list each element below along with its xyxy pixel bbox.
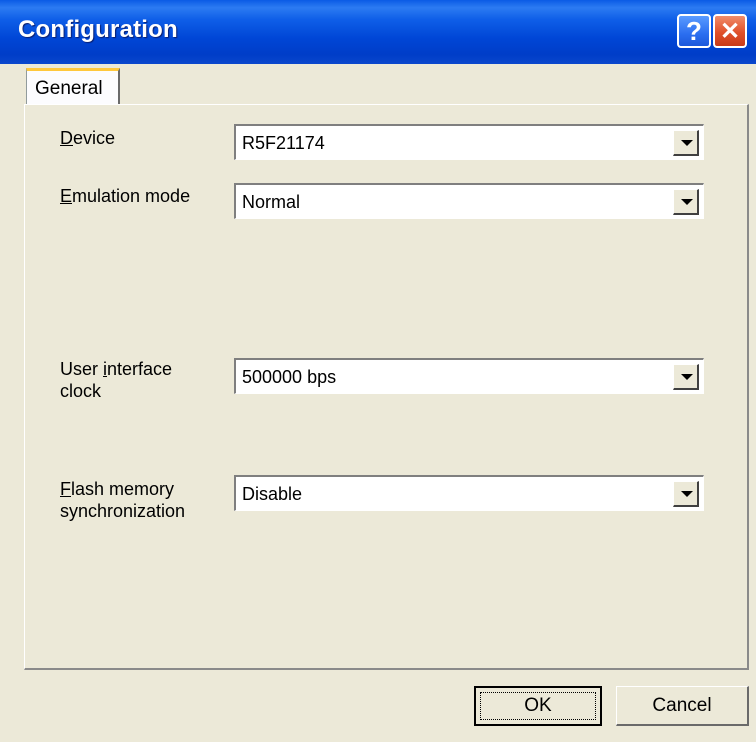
- title-bar[interactable]: Configuration ? ✕: [0, 0, 756, 64]
- device-select-value: R5F21174: [242, 133, 325, 153]
- device-label-text: evice: [73, 128, 116, 148]
- flash-memory-sync-label: Flash memory synchronization: [60, 478, 185, 522]
- uic-label-post: nterface: [107, 359, 173, 379]
- device-label-mnemonic: D: [60, 128, 73, 148]
- flash-memory-sync-dropdown-arrow-icon[interactable]: [673, 481, 699, 507]
- ok-button[interactable]: OK: [474, 686, 602, 726]
- tab-general[interactable]: General: [26, 68, 120, 108]
- emulation-mode-label-text: mulation mode: [72, 186, 191, 206]
- help-button[interactable]: ?: [677, 14, 711, 48]
- ok-focus-rect: [480, 692, 596, 720]
- fms-label-mnemonic: F: [60, 479, 71, 499]
- close-icon: ✕: [719, 17, 741, 45]
- flash-memory-sync-label-line1: Flash memory: [60, 478, 185, 500]
- flash-memory-sync-label-line2: synchronization: [60, 501, 186, 521]
- user-interface-clock-select[interactable]: 500000 bps: [234, 358, 704, 394]
- emulation-mode-dropdown-arrow-icon[interactable]: [673, 189, 699, 215]
- tab-general-label: General: [35, 78, 103, 99]
- device-dropdown-arrow-icon[interactable]: [673, 130, 699, 156]
- user-interface-clock-label: User interface clock: [60, 358, 172, 402]
- cancel-button-label: Cancel: [652, 694, 712, 716]
- emulation-mode-label-mnemonic: E: [60, 186, 73, 206]
- user-interface-clock-label-line1: User interface: [60, 358, 172, 380]
- window-title: Configuration: [18, 16, 178, 43]
- flash-memory-sync-select[interactable]: Disable: [234, 475, 704, 511]
- user-interface-clock-dropdown-arrow-icon[interactable]: [673, 364, 699, 390]
- emulation-mode-select[interactable]: Normal: [234, 183, 704, 219]
- user-interface-clock-select-value: 500000 bps: [242, 367, 337, 387]
- close-button[interactable]: ✕: [713, 14, 747, 48]
- emulation-mode-label: Emulation mode: [60, 185, 190, 207]
- configuration-dialog: Configuration ? ✕ General Device R5F2117…: [0, 0, 756, 742]
- device-label: Device: [60, 127, 115, 149]
- user-interface-clock-label-line2: clock: [60, 381, 102, 401]
- device-select[interactable]: R5F21174: [234, 124, 704, 160]
- cancel-button[interactable]: Cancel: [616, 686, 749, 726]
- help-icon: ?: [686, 15, 702, 46]
- uic-label-pre: User: [60, 359, 104, 379]
- flash-memory-sync-select-value: Disable: [242, 484, 303, 504]
- fms-label-post: lash memory: [71, 479, 175, 499]
- emulation-mode-select-value: Normal: [242, 192, 301, 212]
